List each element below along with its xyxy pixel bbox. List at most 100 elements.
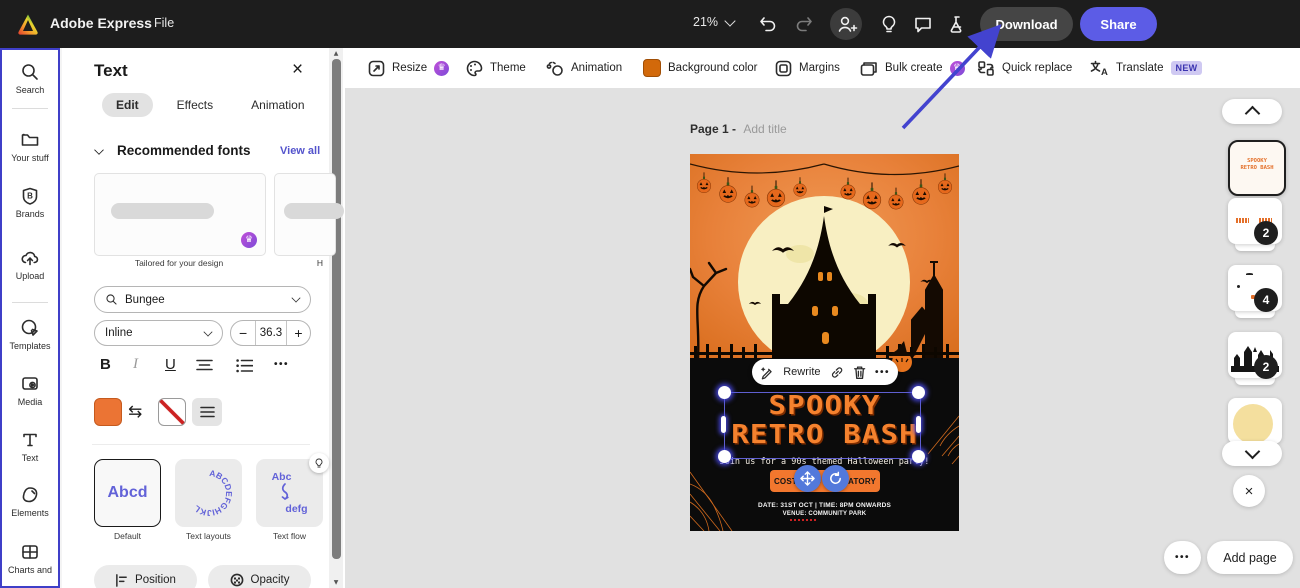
search-icon xyxy=(106,294,117,305)
text-align-button[interactable] xyxy=(196,359,213,373)
style-card-text-layouts[interactable]: ABCDEFGHIJKL xyxy=(175,459,242,527)
pages-scroll-down-button[interactable] xyxy=(1222,441,1282,466)
suggestion-lightbulb-icon xyxy=(309,453,329,473)
translate-button[interactable]: A Translate NEW xyxy=(1090,48,1203,88)
opacity-button[interactable]: Opacity xyxy=(208,565,311,588)
page-header: Page 1 - Add title xyxy=(690,122,787,136)
spacing-button[interactable] xyxy=(192,398,222,426)
search-icon xyxy=(22,64,38,80)
tab-effects[interactable]: Effects xyxy=(163,93,227,117)
invite-people-button[interactable] xyxy=(830,8,862,40)
file-menu[interactable]: File xyxy=(154,16,174,30)
text-flow-preview-top: Abc xyxy=(271,471,292,483)
close-panel-icon[interactable]: × xyxy=(292,59,303,81)
sidebar-item-templates[interactable]: Templates xyxy=(2,318,58,351)
position-button[interactable]: Position xyxy=(94,565,197,588)
style-card-default[interactable]: Abcd xyxy=(94,459,161,527)
selection-handle-bottom-right[interactable] xyxy=(912,450,925,463)
more-formatting-button[interactable]: ••• xyxy=(274,359,289,370)
panel-scrollbar[interactable]: ▲ ▼ xyxy=(329,48,343,588)
scroll-down-icon[interactable]: ▼ xyxy=(329,579,343,586)
download-button[interactable]: Download xyxy=(980,7,1073,41)
link-icon[interactable] xyxy=(830,365,844,380)
sidebar-item-your-stuff[interactable]: Your stuff xyxy=(2,130,58,163)
font-size-value[interactable]: 36.3 xyxy=(255,321,287,345)
decrease-size-button[interactable]: − xyxy=(231,325,255,341)
font-suggestion-card[interactable] xyxy=(274,173,344,256)
sidebar-item-charts[interactable]: Charts and xyxy=(2,542,58,575)
quick-replace-button[interactable]: Quick replace xyxy=(977,48,1072,88)
poster-venue[interactable]: VENUE: COMMUNITY PARK xyxy=(690,511,959,517)
no-color-swatch[interactable] xyxy=(158,398,186,426)
media-icon xyxy=(22,377,38,390)
bulk-create-button[interactable]: Bulk create ♛ xyxy=(860,48,965,88)
delete-trash-icon[interactable] xyxy=(853,365,866,380)
font-suggestion-card[interactable]: ♛ xyxy=(94,173,266,256)
undo-button[interactable] xyxy=(757,13,779,35)
premium-crown-icon: ♛ xyxy=(434,60,450,76)
background-color-button[interactable]: Background color xyxy=(643,48,758,88)
increase-size-button[interactable]: + xyxy=(287,325,310,341)
redo-button[interactable] xyxy=(793,13,815,35)
move-icon xyxy=(800,471,815,486)
app-title: Adobe Express xyxy=(50,15,152,31)
sidebar-item-upload[interactable]: Upload xyxy=(2,248,58,281)
tab-animation[interactable]: Animation xyxy=(237,93,318,117)
page-options-button[interactable]: ••• xyxy=(1164,541,1201,574)
recommended-fonts-heading: Recommended fonts xyxy=(117,143,251,158)
selection-handle-top-left[interactable] xyxy=(718,386,731,399)
page-thumbnail-1-selected[interactable]: SPOOKY RETRO BASH xyxy=(1228,140,1286,196)
text-icon xyxy=(23,433,37,447)
text-color-swatch[interactable] xyxy=(94,398,122,426)
beta-flask-icon[interactable] xyxy=(946,13,968,35)
selection-handle-bottom-left[interactable] xyxy=(718,450,731,463)
bold-button[interactable]: B xyxy=(100,356,111,373)
font-style-dropdown[interactable]: Inline xyxy=(94,320,223,346)
sidebar-item-media[interactable]: Media xyxy=(2,374,58,407)
theme-button[interactable]: Theme xyxy=(466,48,526,88)
selection-handle-right[interactable] xyxy=(916,416,921,433)
style-card-label: Text layouts xyxy=(186,531,231,541)
panel-scrollbar-thumb[interactable] xyxy=(331,59,341,559)
selection-handle-left[interactable] xyxy=(721,416,726,433)
sidebar-item-brands[interactable]: B Brands xyxy=(2,186,58,219)
page-thumbnail-5[interactable] xyxy=(1228,398,1282,444)
adobe-express-logo-icon[interactable] xyxy=(16,12,40,36)
view-all-link[interactable]: View all xyxy=(280,145,320,157)
selection-handle-top-right[interactable] xyxy=(912,386,925,399)
sidebar-item-elements[interactable]: Elements xyxy=(2,485,58,518)
close-pages-panel-button[interactable]: × xyxy=(1233,475,1265,507)
zoom-control[interactable]: 21% xyxy=(693,14,736,29)
tab-edit[interactable]: Edit xyxy=(102,93,153,117)
font-family-picker[interactable]: Bungee xyxy=(94,286,311,313)
list-button[interactable] xyxy=(236,359,253,373)
pages-scroll-up-button[interactable] xyxy=(1222,99,1282,124)
underline-button[interactable]: U xyxy=(165,356,176,373)
style-card-text-flow[interactable]: Abc defg xyxy=(256,453,329,527)
rewrite-label[interactable]: Rewrite xyxy=(783,366,820,378)
thumb-text-mark xyxy=(1236,218,1249,223)
assistant-lightbulb-icon[interactable] xyxy=(878,13,900,35)
poster-details[interactable]: DATE: 31ST OCT | TIME: 8PM ONWARDS xyxy=(690,502,959,509)
comments-icon[interactable] xyxy=(912,13,934,35)
add-page-button[interactable]: Add page xyxy=(1207,541,1293,574)
page-title-placeholder[interactable]: Add title xyxy=(743,122,786,136)
more-options-button[interactable]: ••• xyxy=(875,367,890,378)
resize-button[interactable]: Resize ♛ xyxy=(368,48,450,88)
scroll-up-icon[interactable]: ▲ xyxy=(329,50,343,57)
thumbnail-stack xyxy=(1235,244,1275,251)
move-handle[interactable] xyxy=(794,465,821,492)
position-icon xyxy=(116,573,127,587)
share-button[interactable]: Share xyxy=(1080,7,1157,41)
text-selection-box[interactable] xyxy=(724,392,921,459)
sidebar-item-text[interactable]: Text xyxy=(2,430,58,463)
margins-button[interactable]: Margins xyxy=(775,48,840,88)
italic-button[interactable]: I xyxy=(133,356,138,373)
animation-button[interactable]: Animation xyxy=(546,48,622,88)
chevron-down-icon xyxy=(203,326,213,337)
rotate-handle[interactable] xyxy=(822,465,849,492)
rewrite-magic-pen-icon[interactable] xyxy=(760,365,774,380)
swap-colors-icon[interactable]: ⇆ xyxy=(128,402,142,422)
section-collapse-icon[interactable] xyxy=(94,145,104,155)
sidebar-item-search[interactable]: Search xyxy=(2,62,58,95)
